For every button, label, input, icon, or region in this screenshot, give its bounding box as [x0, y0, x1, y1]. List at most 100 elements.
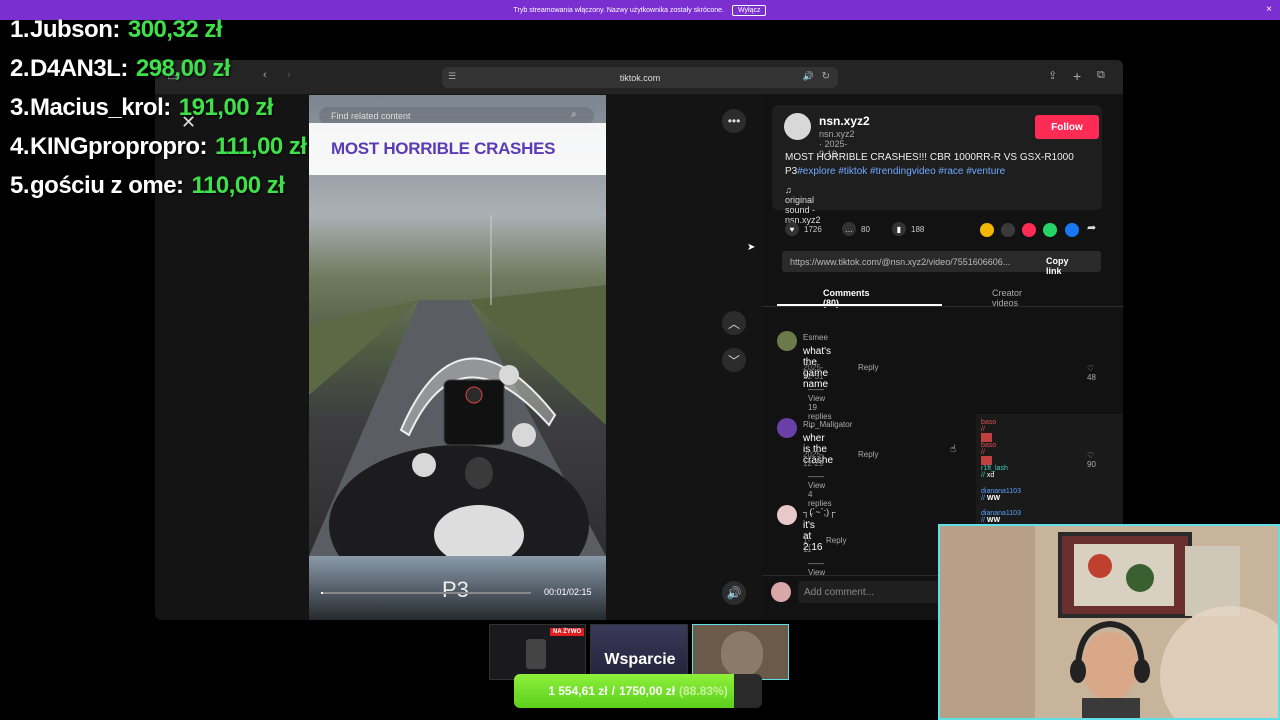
chat-message: dianana1103 // WW [981, 510, 1021, 524]
video-progress-fill [321, 592, 323, 594]
video-caption: MOST HORRIBLE CRASHES [309, 123, 606, 175]
tab-creator-videos[interactable]: Creator videos [992, 288, 1022, 308]
comment-avatar[interactable] [777, 331, 797, 351]
goal-percent: (88.83%) [679, 684, 728, 698]
emote-icon [981, 433, 992, 442]
comment-date: 1-11 [803, 536, 812, 554]
goal-target: 1750,00 zł [618, 684, 676, 698]
like-stat[interactable]: ♥ 1726 [785, 222, 822, 236]
comment-date: 2025-12-29 [803, 450, 824, 468]
video-link-text: https://www.tiktok.com/@nsn.xyz2/video/7… [790, 256, 1011, 267]
donation-amount: 110,00 zł [191, 171, 285, 199]
comment-like-count: 90 [1087, 460, 1096, 469]
reply-button[interactable]: Reply [826, 536, 846, 545]
chat-user: baso [981, 442, 997, 449]
donation-goal-bar: 1 554,61 zł / 1750,00 zł (88.83%) [514, 674, 762, 708]
chat-text: WW [986, 495, 1001, 502]
chevron-up-icon[interactable]: ︿ [722, 311, 746, 335]
emote-icon [981, 456, 992, 465]
chevron-down-icon[interactable]: ﹀ [722, 348, 746, 372]
post-sound[interactable]: ♫ original sound - nsn.xyz2 [785, 185, 821, 225]
comment-user[interactable]: Rip_Maligator [803, 420, 852, 429]
chat-user: dianana1103 [981, 488, 1021, 495]
goal-current: 1 554,61 zł [548, 684, 608, 698]
address-bar[interactable]: ☰ tiktok.com 🔊 ↻ [442, 67, 838, 88]
repost-icon[interactable] [980, 223, 994, 237]
comment-avatar[interactable] [777, 418, 797, 438]
share-arrow-icon[interactable]: ➦ [1087, 221, 1096, 234]
comment-like[interactable]: ♡ 90 [1087, 451, 1096, 469]
whatsapp-icon[interactable] [1043, 223, 1057, 237]
comment-avatar[interactable] [777, 505, 797, 525]
goal-separator: / [611, 684, 615, 698]
donor-name: gościu z ome: [30, 171, 184, 199]
sound-name: original sound - nsn.xyz2 [785, 195, 821, 225]
follow-button[interactable]: Follow [1035, 115, 1099, 139]
live-badge: NA ŻYWO [550, 628, 585, 636]
video-progress-track[interactable] [321, 592, 531, 594]
comment-user[interactable]: ┐(´~`;)┌ [803, 507, 836, 517]
video-time: 00:01/02:15 [544, 587, 592, 597]
donor-name: Jubson: [30, 15, 120, 43]
donation-amount: 298,00 zł [135, 54, 231, 82]
banner-message: Tryb streamowania włączony. Nazwy użytko… [513, 6, 724, 14]
save-stat[interactable]: ▮ 188 [892, 222, 924, 236]
support-thumbnail: Wsparcie [590, 624, 688, 680]
mouse-cursor-icon: ➤ [747, 242, 756, 253]
author-avatar[interactable] [784, 113, 811, 140]
search-icon[interactable]: ⌕ [571, 109, 577, 120]
leaderboard-row: 1. Jubson: 300,32 zł [10, 10, 307, 49]
leaderboard-row: 2. D4AN3L: 298,00 zł [10, 49, 307, 88]
more-options-icon[interactable]: ••• [722, 109, 746, 133]
facebook-icon[interactable] [1065, 223, 1079, 237]
url-text: tiktok.com [619, 72, 661, 83]
mouse-cursor-icon: ☝ [950, 444, 957, 455]
donation-amount: 191,00 zł [178, 93, 274, 121]
comment-stat[interactable]: … 80 [842, 222, 870, 236]
comment-user[interactable]: Esmee [803, 333, 828, 342]
chat-text: xd [986, 472, 995, 479]
rank: 4. [10, 132, 30, 160]
post-hashtags[interactable]: #explore #tiktok #trendingvideo #race #v… [797, 166, 1005, 177]
author-name[interactable]: nsn.xyz2 [819, 114, 870, 128]
rank: 3. [10, 93, 30, 121]
view-replies-label: View 4 replies [808, 481, 832, 508]
audio-playing-icon[interactable]: 🔊 [803, 71, 814, 82]
tab-divider [762, 306, 1123, 307]
support-label: Wsparcie [604, 651, 676, 668]
share-icon[interactable]: ⇪ [1048, 69, 1057, 82]
leaderboard-row: 5. gościu z ome: 110,00 zł [10, 166, 307, 205]
embed-icon[interactable] [1001, 223, 1015, 237]
reload-icon[interactable]: ↻ [822, 71, 830, 82]
donation-amount: 300,32 zł [127, 15, 223, 43]
video-overlay-text: P3 [442, 577, 469, 602]
close-icon[interactable]: × [1266, 4, 1272, 15]
leaderboard-row: 4. KINGpropropro: 111,00 zł [10, 127, 307, 166]
reply-button[interactable]: Reply [858, 450, 878, 459]
donor-name: KINGpropropro: [30, 132, 207, 160]
rank: 1. [10, 15, 30, 43]
reply-button[interactable]: Reply [858, 363, 878, 372]
add-comment-input[interactable]: Add comment... [798, 581, 943, 603]
webcam-feed [938, 524, 1280, 720]
chat-message: dianana1103 // WW [981, 488, 1021, 502]
new-tab-icon[interactable]: + [1073, 68, 1081, 84]
rank: 2. [10, 54, 30, 82]
goal-text: 1 554,61 zł / 1750,00 zł (88.83%) [514, 674, 762, 708]
donor-name: D4AN3L: [30, 54, 128, 82]
like-count: 1726 [804, 224, 822, 234]
page-menu-icon[interactable]: ☰ [448, 71, 456, 82]
bookmark-icon: ▮ [892, 222, 906, 236]
comment-like[interactable]: ♡ 48 [1087, 364, 1096, 382]
save-count: 188 [911, 224, 925, 234]
leaderboard-row: 3. Macius_krol: 191,00 zł [10, 88, 307, 127]
tab-overview-icon[interactable]: ⧉ [1097, 69, 1105, 82]
my-avatar [771, 582, 791, 602]
disable-stream-mode-button[interactable]: Wyłącz [731, 4, 767, 16]
volume-icon[interactable]: 🔊 [722, 581, 746, 605]
comment-count: 80 [861, 224, 870, 234]
heart-icon: ♥ [785, 222, 799, 236]
send-icon[interactable] [1022, 223, 1036, 237]
video-player[interactable]: Find related content ⌕ MOST HORRIBLE CRA… [309, 95, 606, 620]
copy-link-button[interactable]: Copy link [1046, 256, 1069, 276]
